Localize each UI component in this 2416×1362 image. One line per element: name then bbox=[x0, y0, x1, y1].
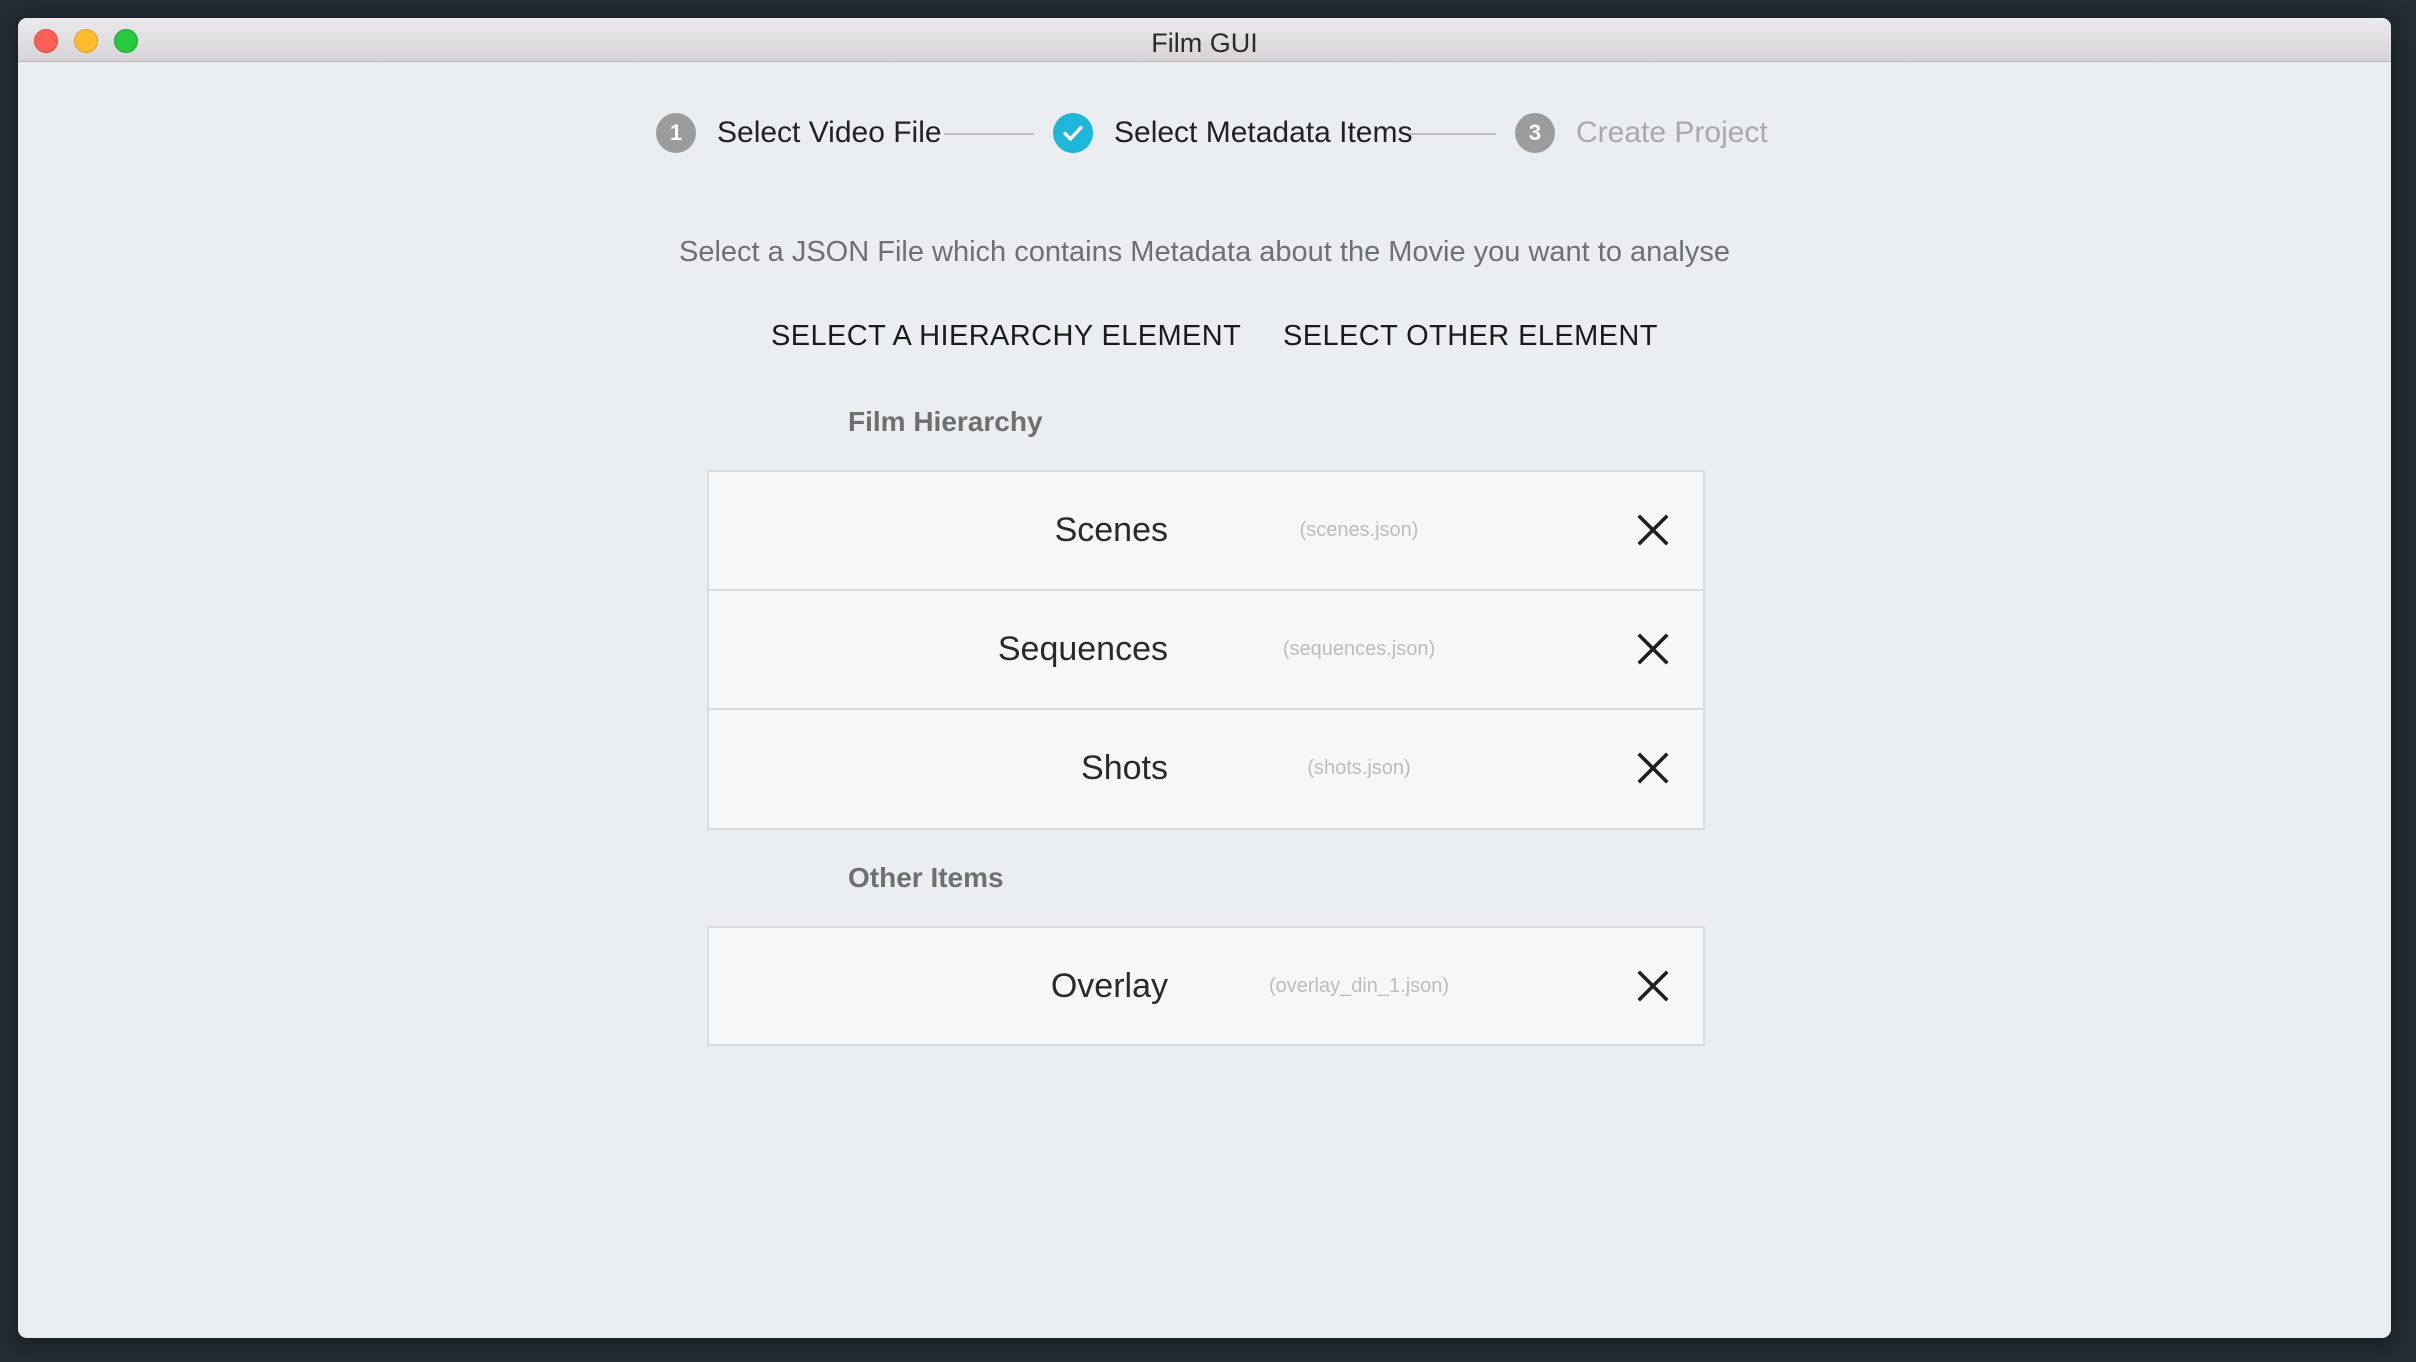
film-hierarchy-heading: Film Hierarchy bbox=[848, 406, 1043, 437]
list-item: Shots (shots.json) bbox=[709, 710, 1703, 829]
close-icon[interactable] bbox=[1635, 750, 1671, 786]
select-hierarchy-element-button[interactable]: SELECT A HIERARCHY ELEMENT bbox=[771, 320, 1241, 353]
item-filename: (scenes.json) bbox=[1299, 519, 1419, 541]
select-other-element-button[interactable]: SELECT OTHER ELEMENT bbox=[1283, 320, 1658, 353]
close-icon[interactable] bbox=[1635, 968, 1671, 1004]
item-filename: (sequences.json) bbox=[1282, 638, 1436, 660]
list-item: Overlay (overlay_din_1.json) bbox=[709, 928, 1703, 1047]
step-number-badge: 3 bbox=[1515, 113, 1555, 153]
window-title: Film GUI bbox=[1151, 28, 1258, 58]
app-window: Film GUI 1 Select Video File Select Meta… bbox=[18, 18, 2391, 1338]
list-item: Sequences (sequences.json) bbox=[709, 591, 1703, 710]
step-connector bbox=[944, 133, 1034, 135]
item-name: Shots bbox=[1081, 749, 1168, 787]
step-label: Create Project bbox=[1576, 116, 1768, 149]
step-create-project: 3 Create Project bbox=[1515, 112, 1768, 154]
other-items-heading: Other Items bbox=[848, 862, 1004, 893]
item-filename: (overlay_din_1.json) bbox=[1268, 975, 1450, 997]
step-connector bbox=[1409, 133, 1496, 135]
close-icon[interactable] bbox=[1635, 631, 1671, 667]
instruction-text: Select a JSON File which contains Metada… bbox=[678, 236, 1730, 268]
item-name: Overlay bbox=[1050, 967, 1168, 1005]
list-item: Scenes (scenes.json) bbox=[709, 472, 1703, 591]
item-name: Scenes bbox=[1054, 511, 1168, 549]
step-select-metadata-items: Select Metadata Items bbox=[1053, 112, 1412, 154]
check-icon bbox=[1053, 113, 1093, 153]
item-filename: (shots.json) bbox=[1307, 757, 1411, 779]
title-bar: Film GUI bbox=[18, 18, 2391, 62]
film-hierarchy-list: Scenes (scenes.json) Sequences (sequence… bbox=[707, 470, 1705, 830]
item-name: Sequences bbox=[997, 630, 1168, 668]
step-number-badge: 1 bbox=[656, 113, 696, 153]
step-select-video-file: 1 Select Video File bbox=[656, 112, 942, 154]
other-items-list: Overlay (overlay_din_1.json) bbox=[707, 926, 1705, 1046]
step-label: Select Metadata Items bbox=[1114, 116, 1413, 149]
close-icon[interactable] bbox=[1635, 512, 1671, 548]
step-label: Select Video File bbox=[717, 116, 942, 149]
